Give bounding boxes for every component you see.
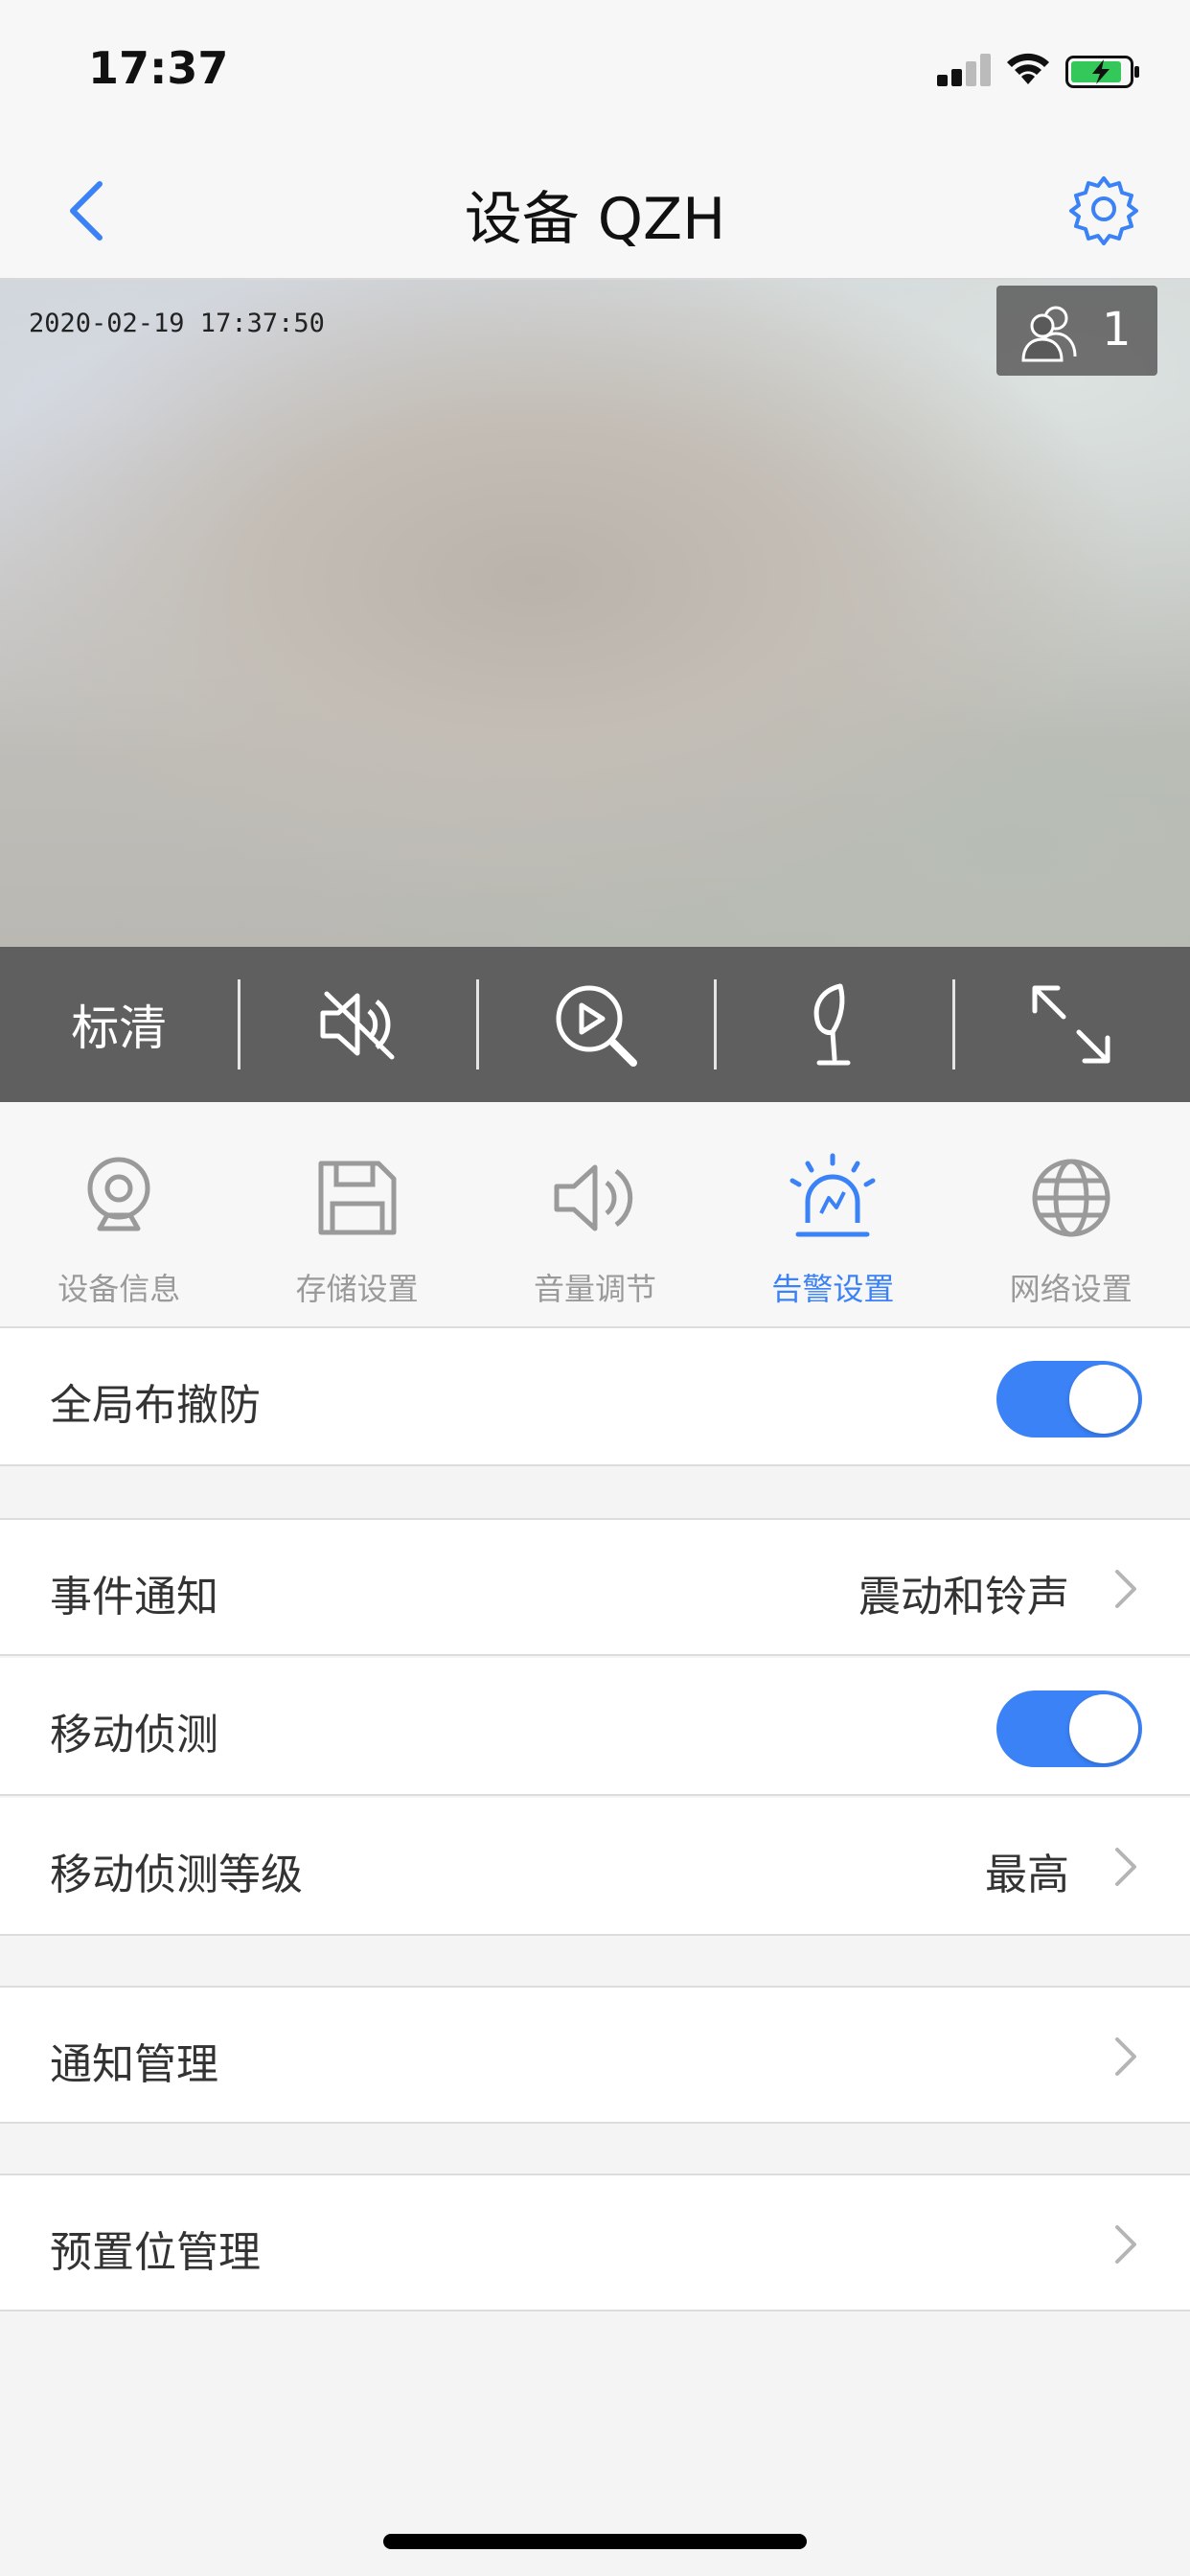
video-timestamp: 2020-02-19 17:37:50 [29, 309, 325, 338]
global-arm-label: 全局布撤防 [50, 1381, 261, 1430]
status-time: 17:37 [88, 42, 229, 94]
motion-level-value: 最高 [985, 1851, 1069, 1899]
tab-network[interactable]: 网络设置 [952, 1102, 1190, 1326]
tab-label: 网络设置 [1009, 1271, 1133, 1307]
event-notify-value: 震动和铃声 [858, 1573, 1069, 1622]
tab-label: 告警设置 [771, 1271, 895, 1307]
status-bar: 17:37 [0, 0, 1190, 134]
battery-charging-icon [1065, 56, 1139, 88]
nav-bar: 设备 QZH [0, 134, 1190, 280]
preset-manage-label: 预置位管理 [50, 2228, 261, 2277]
chevron-right-icon [1115, 1570, 1136, 1608]
motion-detect-label: 移动侦测 [50, 1711, 218, 1760]
save-icon [318, 1161, 397, 1235]
tab-label: 音量调节 [533, 1271, 656, 1307]
motion-detect-toggle[interactable] [996, 1690, 1142, 1767]
notify-manage-row[interactable]: 通知管理 [0, 1986, 1190, 2124]
tab-alarm[interactable]: 告警设置 [714, 1102, 951, 1326]
chevron-right-icon [1115, 2037, 1136, 2076]
users-icon [1021, 306, 1077, 362]
chevron-right-icon [1115, 2225, 1136, 2264]
viewer-badge: 1 [996, 286, 1157, 376]
preset-manage-row[interactable]: 预置位管理 [0, 2174, 1190, 2312]
viewer-count: 1 [1102, 303, 1132, 356]
notify-manage-label: 通知管理 [50, 2040, 218, 2089]
tab-label: 存储设置 [295, 1271, 419, 1307]
toggle-knob [1069, 1365, 1138, 1434]
chevron-right-icon [1115, 1848, 1136, 1886]
live-video[interactable]: 2020-02-19 17:37:50 1 [0, 280, 1190, 947]
event-notify-label: 事件通知 [50, 1573, 218, 1622]
globe-icon [1032, 1159, 1110, 1237]
camera-icon [87, 1157, 150, 1231]
intercom-icon [814, 983, 851, 1066]
global-arm-toggle[interactable] [996, 1361, 1142, 1438]
motion-level-label: 移动侦测等级 [50, 1851, 303, 1899]
motion-level-row[interactable]: 移动侦测等级 最高 [0, 1798, 1190, 1936]
wifi-icon [1007, 53, 1049, 84]
motion-detect-row: 移动侦测 [0, 1658, 1190, 1796]
alarm-light-icon [790, 1153, 876, 1237]
speaker-icon [554, 1164, 633, 1231]
playback-search-icon [556, 985, 637, 1067]
tab-storage[interactable]: 存储设置 [238, 1102, 475, 1326]
playback-button[interactable] [475, 947, 714, 1102]
settings-tabs: 设备信息 存储设置 音量调节 告警设置 网络设置 [0, 1102, 1190, 1328]
mute-icon [320, 991, 395, 1060]
video-control-bar: 标清 [0, 947, 1190, 1102]
intercom-button[interactable] [714, 947, 951, 1102]
gear-icon[interactable] [1067, 172, 1140, 245]
quality-button[interactable]: 标清 [0, 947, 238, 1102]
fullscreen-button[interactable] [951, 947, 1190, 1102]
global-arm-row: 全局布撤防 [0, 1328, 1190, 1466]
signal-icon [937, 54, 993, 86]
event-notify-row[interactable]: 事件通知 震动和铃声 [0, 1518, 1190, 1656]
toggle-knob [1069, 1694, 1138, 1763]
quality-label: 标清 [71, 1000, 168, 1056]
tab-device-info[interactable]: 设备信息 [0, 1102, 238, 1326]
mute-button[interactable] [238, 947, 475, 1102]
page-title: 设备 QZH [464, 186, 726, 253]
tab-label: 设备信息 [57, 1271, 181, 1307]
tab-volume[interactable]: 音量调节 [476, 1102, 714, 1326]
home-indicator[interactable] [383, 2534, 807, 2549]
fullscreen-icon [1032, 985, 1110, 1064]
